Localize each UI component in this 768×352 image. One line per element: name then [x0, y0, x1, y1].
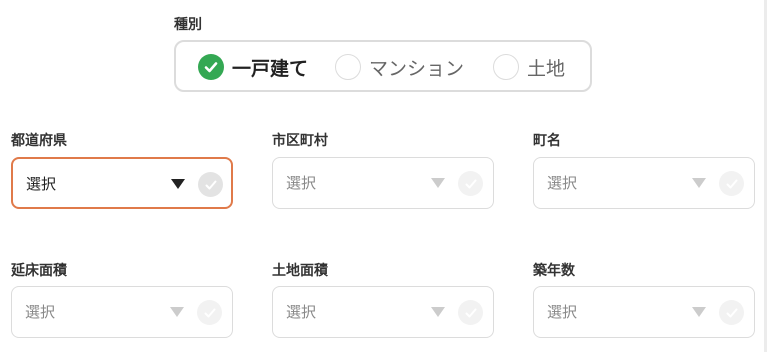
- radio-option-house[interactable]: 一戸建て: [198, 52, 308, 82]
- check-circle-icon: [198, 54, 224, 80]
- triangle-down-icon: [692, 307, 706, 317]
- town-label: 町名: [533, 133, 561, 149]
- check-circle-icon: [458, 171, 483, 196]
- triangle-down-icon: [170, 307, 184, 317]
- right-edge-divider: [764, 0, 767, 352]
- select-value: 選択: [547, 174, 578, 192]
- radio-circle-icon: [493, 54, 519, 80]
- select-value: 選択: [286, 303, 317, 321]
- prefecture-select[interactable]: 選択: [11, 157, 233, 209]
- select-value: 選択: [286, 174, 317, 192]
- triangle-down-icon: [431, 178, 445, 188]
- check-circle-icon: [719, 300, 744, 325]
- check-circle-icon: [197, 300, 222, 325]
- triangle-down-icon: [431, 307, 445, 317]
- check-circle-icon: [458, 300, 483, 325]
- select-value: 選択: [547, 303, 578, 321]
- town-select[interactable]: 選択: [533, 157, 755, 209]
- land-area-label: 土地面積: [272, 263, 328, 279]
- city-select[interactable]: 選択: [272, 157, 494, 209]
- city-label: 市区町村: [272, 133, 328, 149]
- select-value: 選択: [26, 175, 57, 193]
- radio-option-label: 一戸建て: [232, 57, 309, 80]
- floor-area-select[interactable]: 選択: [11, 286, 233, 338]
- triangle-down-icon: [692, 178, 706, 188]
- floor-area-label: 延床面積: [11, 263, 67, 279]
- property-type-label: 種別: [174, 17, 202, 33]
- radio-option-label: マンション: [369, 57, 465, 80]
- radio-option-mansion[interactable]: マンション: [335, 52, 464, 82]
- select-value: 選択: [25, 303, 56, 321]
- building-age-select[interactable]: 選択: [533, 286, 755, 338]
- radio-circle-icon: [335, 54, 361, 80]
- land-area-select[interactable]: 選択: [272, 286, 494, 338]
- radio-option-label: 土地: [527, 57, 566, 80]
- check-circle-icon: [198, 172, 223, 197]
- radio-option-land[interactable]: 土地: [493, 52, 565, 82]
- triangle-down-icon: [171, 179, 185, 189]
- property-type-radio-group: 一戸建て マンション 土地: [174, 40, 592, 92]
- building-age-label: 築年数: [533, 263, 575, 279]
- check-circle-icon: [719, 171, 744, 196]
- prefecture-label: 都道府県: [11, 133, 67, 149]
